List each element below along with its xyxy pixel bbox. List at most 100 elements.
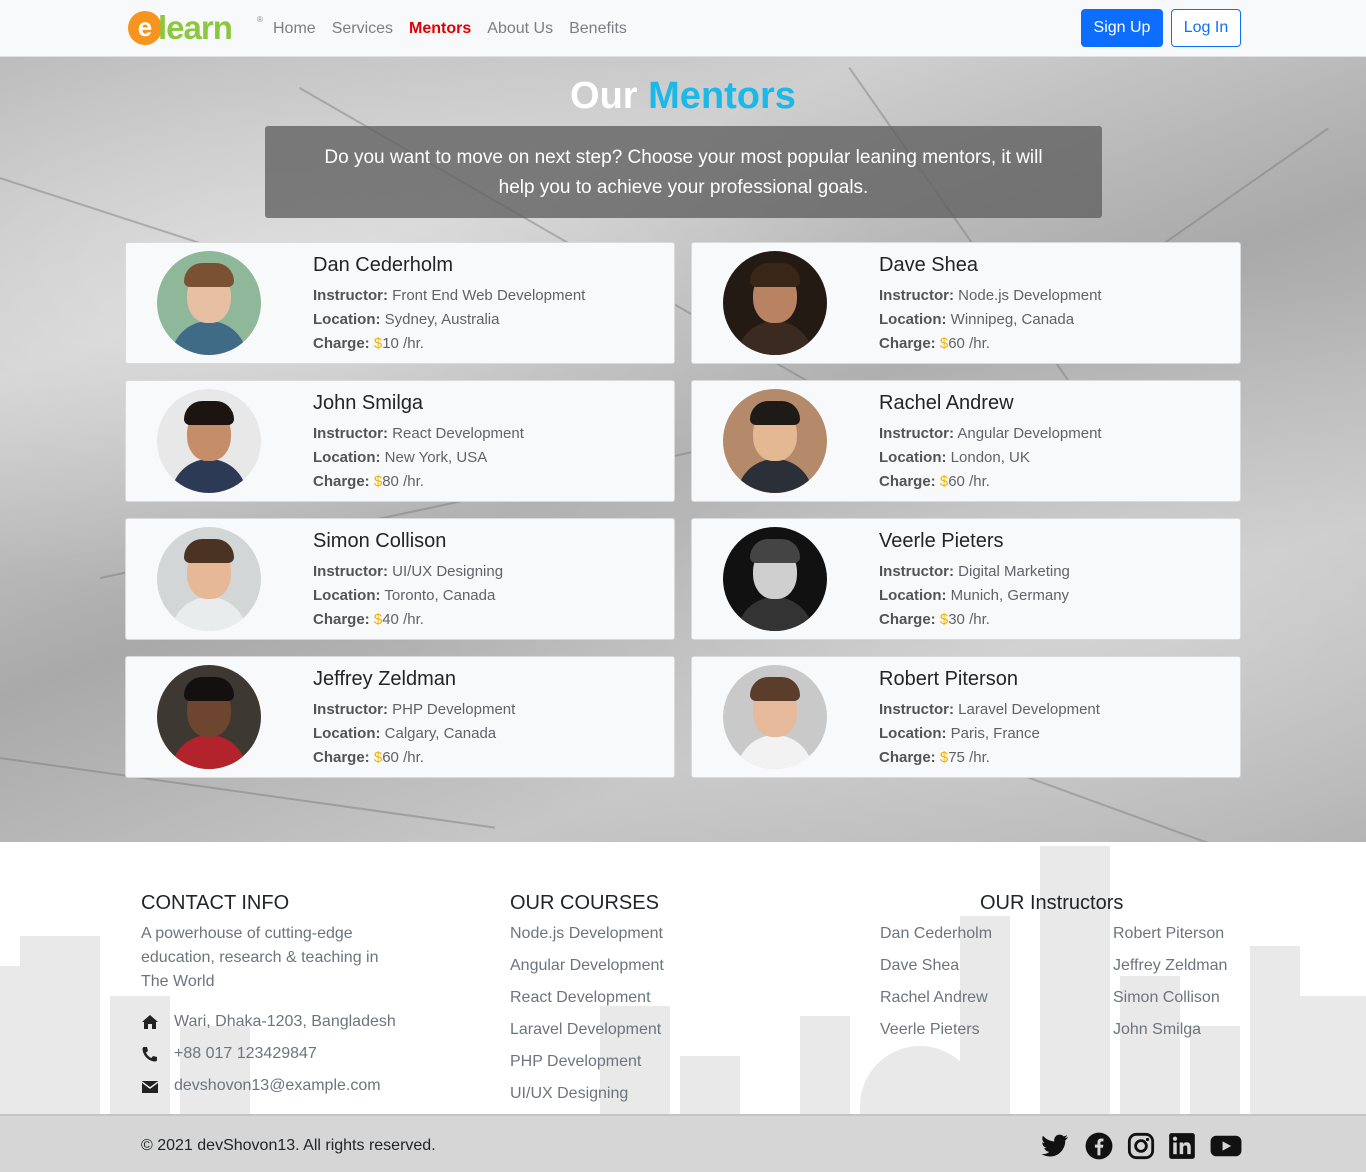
mentor-location: Sydney, Australia xyxy=(384,311,500,328)
mentor-instructor: PHP Development xyxy=(392,701,516,718)
mentor-name: Veerle Pieters xyxy=(879,530,1004,552)
mentor-name: Dave Shea xyxy=(879,254,978,276)
avatar xyxy=(157,527,261,631)
mentor-card[interactable]: Robert Piterson Instructor: Laravel Deve… xyxy=(691,656,1241,778)
instructor-link[interactable]: Veerle Pieters xyxy=(880,1019,980,1041)
avatar xyxy=(723,389,827,493)
elearn-logo[interactable]: e learn ® xyxy=(128,9,263,47)
mentor-card[interactable]: Jeffrey Zeldman Instructor: PHP Developm… xyxy=(125,656,675,778)
mentor-location: London, UK xyxy=(950,449,1030,466)
logo-e-mark: e xyxy=(128,11,162,45)
instagram-icon[interactable] xyxy=(1127,1132,1155,1160)
mentor-name: Rachel Andrew xyxy=(879,392,1014,414)
mentor-card[interactable]: Simon Collison Instructor: UI/UX Designi… xyxy=(125,518,675,640)
nav-links: Home Services Mentors About Us Benefits xyxy=(273,18,627,40)
instructor-link[interactable]: Robert Piterson xyxy=(1113,923,1224,945)
mentor-charge: 60 xyxy=(948,335,965,352)
title-part1: Our xyxy=(570,75,638,117)
instructor-link[interactable]: Dave Shea xyxy=(880,955,959,977)
instructor-link[interactable]: Dan Cederholm xyxy=(880,923,992,945)
mentor-card[interactable]: Rachel Andrew Instructor: Angular Develo… xyxy=(691,380,1241,502)
envelope-icon xyxy=(141,1081,159,1093)
instructors-heading: OUR Instructors xyxy=(980,892,1124,914)
registered-mark: ® xyxy=(257,15,263,24)
page-title: Our Mentors xyxy=(0,72,1366,120)
linkedin-icon[interactable] xyxy=(1168,1132,1196,1160)
mentor-location: Calgary, Canada xyxy=(384,725,497,742)
mentor-location: Toronto, Canada xyxy=(384,587,496,604)
mentor-location: Winnipeg, Canada xyxy=(950,311,1075,328)
avatar xyxy=(157,251,261,355)
avatar xyxy=(157,665,261,769)
mentor-charge: 30 xyxy=(948,611,965,628)
logo-text: learn xyxy=(158,9,233,46)
mentor-instructor: Angular Development xyxy=(957,425,1102,442)
course-link[interactable]: Laravel Development xyxy=(510,1019,661,1041)
mentor-charge: 10 xyxy=(382,335,399,352)
course-link[interactable]: React Development xyxy=(510,987,651,1009)
mentor-location: New York, USA xyxy=(384,449,488,466)
mentor-instructor: Digital Marketing xyxy=(958,563,1070,580)
signup-button[interactable]: Sign Up xyxy=(1081,9,1163,47)
mentor-instructor: Laravel Development xyxy=(958,701,1100,718)
login-button[interactable]: Log In xyxy=(1171,9,1241,47)
copyright-bar: © 2021 devShovon13. All rights reserved. xyxy=(0,1114,1366,1172)
nav-about-us[interactable]: About Us xyxy=(487,18,553,40)
facebook-icon[interactable] xyxy=(1085,1132,1113,1160)
mentor-location: Paris, France xyxy=(950,725,1040,742)
mentor-instructor: Front End Web Development xyxy=(392,287,586,304)
avatar xyxy=(723,251,827,355)
nav-home[interactable]: Home xyxy=(273,18,316,40)
home-icon xyxy=(142,1015,158,1029)
mentor-name: John Smilga xyxy=(313,392,424,414)
intro-box: Do you want to move on next step? Choose… xyxy=(265,126,1102,218)
course-link[interactable]: UI/UX Designing xyxy=(510,1083,628,1105)
contact-heading: CONTACT INFO xyxy=(141,892,290,914)
mentor-instructor: UI/UX Designing xyxy=(392,563,504,580)
copyright-text: © 2021 devShovon13. All rights reserved. xyxy=(141,1137,436,1154)
instructor-link[interactable]: Jeffrey Zeldman xyxy=(1113,955,1227,977)
mentor-charge: 60 xyxy=(382,749,399,766)
course-link[interactable]: PHP Development xyxy=(510,1051,641,1073)
mentor-name: Dan Cederholm xyxy=(313,254,454,276)
mentor-card[interactable]: Veerle Pieters Instructor: Digital Marke… xyxy=(691,518,1241,640)
nav-services[interactable]: Services xyxy=(332,18,393,40)
nav-benefits[interactable]: Benefits xyxy=(569,18,627,40)
mentor-charge: 80 xyxy=(382,473,399,490)
mentor-name: Robert Piterson xyxy=(879,668,1018,690)
avatar xyxy=(157,389,261,493)
youtube-icon[interactable] xyxy=(1210,1132,1242,1160)
mentor-instructor: Node.js Development xyxy=(958,287,1102,304)
avatar xyxy=(723,665,827,769)
title-accent: Mentors xyxy=(648,75,796,117)
mentor-instructor: React Development xyxy=(392,425,524,442)
mentor-name: Simon Collison xyxy=(313,530,447,552)
email-text: devshovon13@example.com xyxy=(174,1077,381,1094)
mentor-location: Munich, Germany xyxy=(950,587,1070,604)
mentor-charge: 40 xyxy=(382,611,399,628)
twitter-icon[interactable] xyxy=(1041,1132,1069,1160)
address-text: Wari, Dhaka-1203, Bangladesh xyxy=(174,1013,396,1030)
instructor-link[interactable]: John Smilga xyxy=(1113,1019,1201,1041)
contact-line: education, research & teaching in xyxy=(141,949,379,966)
mentor-card[interactable]: Dave Shea Instructor: Node.js Developmen… xyxy=(691,242,1241,364)
courses-heading: OUR COURSES xyxy=(510,892,659,914)
navbar: e learn ® Home Services Mentors About Us… xyxy=(0,0,1366,57)
phone-text: +88 017 123429847 xyxy=(174,1045,317,1062)
avatar xyxy=(723,527,827,631)
nav-mentors[interactable]: Mentors xyxy=(409,18,471,40)
contact-line: The World xyxy=(141,973,215,990)
mentor-card[interactable]: Dan Cederholm Instructor: Front End Web … xyxy=(125,242,675,364)
course-link[interactable]: Angular Development xyxy=(510,955,664,977)
mentor-charge: 60 xyxy=(948,473,965,490)
mentor-charge: 75 xyxy=(948,749,965,766)
instructor-link[interactable]: Rachel Andrew xyxy=(880,987,988,1009)
mentor-card[interactable]: John Smilga Instructor: React Developmen… xyxy=(125,380,675,502)
footer: CONTACT INFO A powerhouse of cutting-edg… xyxy=(0,842,1366,1172)
phone-icon xyxy=(142,1047,157,1062)
course-link[interactable]: Node.js Development xyxy=(510,923,663,945)
contact-line: A powerhouse of cutting-edge xyxy=(141,925,353,942)
instructor-link[interactable]: Simon Collison xyxy=(1113,987,1220,1009)
mentor-name: Jeffrey Zeldman xyxy=(313,668,457,690)
intro-text: Do you want to move on next step? Choose… xyxy=(324,147,1043,198)
